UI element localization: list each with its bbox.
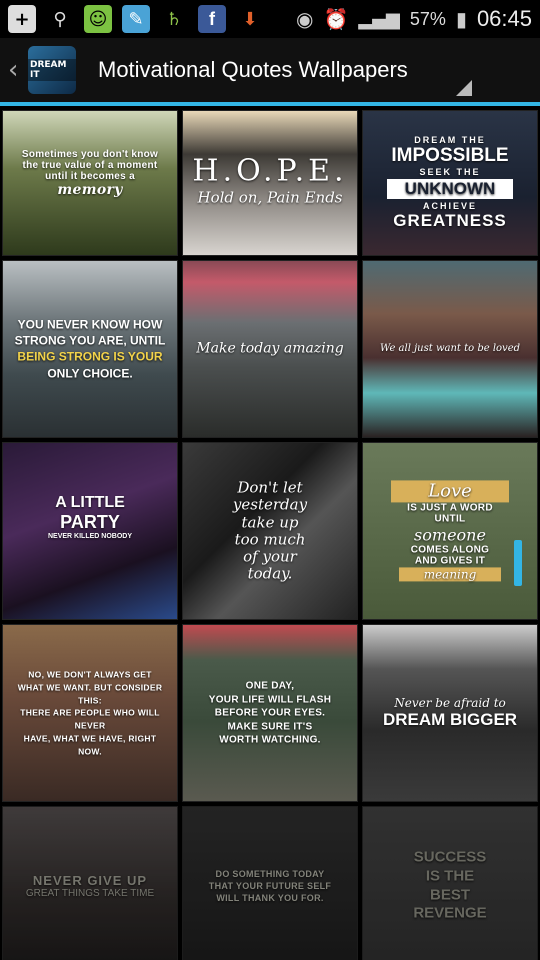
quote-line: ONE DAY, xyxy=(245,680,295,692)
wallpaper-tile[interactable]: Make today amazing xyxy=(182,260,358,438)
battery-icon: ▮ xyxy=(455,7,467,31)
android-icon: ☺ xyxy=(84,5,112,33)
quote-line: THAT YOUR FUTURE SELF xyxy=(208,880,332,891)
quote-line: GREAT THINGS TAKE TIME xyxy=(25,888,155,899)
quote-line: ACHIEVE xyxy=(422,201,477,211)
quote-line: We all just want to be loved xyxy=(379,343,521,354)
quote-line: PARTY xyxy=(60,511,120,532)
wallpaper-tile[interactable]: We all just want to be loved xyxy=(362,260,538,438)
quote-line: BEFORE YOUR EYES. xyxy=(214,707,326,719)
quote-line: the true value of a moment xyxy=(22,160,158,172)
quote-line: UNKNOWN xyxy=(387,179,513,199)
quote-line: THERE ARE PEOPLE WHO WILL NEVER xyxy=(20,707,160,731)
saturn-icon: ♄ xyxy=(165,8,183,30)
download-icon: ⬇ xyxy=(242,8,258,30)
quote-line: Love xyxy=(391,480,509,503)
quote-line: today. xyxy=(247,564,293,583)
wallpaper-tile[interactable]: H.O.P.E. Hold on, Pain Ends xyxy=(182,110,358,256)
add-icon: + xyxy=(8,5,36,33)
quote-line: ONLY CHOICE. xyxy=(47,366,133,381)
battery-percent: 57% xyxy=(409,8,446,29)
wallpaper-grid: Sometimes you don't know the true value … xyxy=(0,108,540,960)
quote-line: too much xyxy=(234,530,306,548)
wallpaper-tile[interactable]: ONE DAY, YOUR LIFE WILL FLASH BEFORE YOU… xyxy=(182,624,358,802)
quote-line: Never be afraid to xyxy=(394,695,506,710)
wallpaper-tile[interactable]: Sometimes you don't know the true value … xyxy=(2,110,178,256)
quote-line: SEEK THE xyxy=(419,167,481,177)
quote-line: SUCCESS xyxy=(413,848,487,866)
status-bar: + ⚲ ☺ ✎ ♄ f ⬇ ◉ ⏰ ▂▄▆ 57% ▮ 06:45 xyxy=(0,0,540,38)
quote-line: COMES ALONG xyxy=(410,544,490,556)
quote-line: DREAM BIGGER xyxy=(382,710,518,730)
facebook-icon: f xyxy=(198,5,226,33)
quote-line: A LITTLE xyxy=(55,493,125,511)
wallpaper-tile[interactable]: Love IS JUST A WORD UNTIL someone COMES … xyxy=(362,442,538,620)
quote-line: MAKE SURE IT'S xyxy=(227,720,313,732)
wallpaper-tile[interactable]: NO, WE DON'T ALWAYS GET WHAT WE WANT. BU… xyxy=(2,624,178,802)
quote-line: IMPOSSIBLE xyxy=(391,145,509,166)
quote-line: YOUR LIFE WILL FLASH xyxy=(208,693,332,705)
wallpaper-tile[interactable]: YOU NEVER KNOW HOW STRONG YOU ARE, UNTIL… xyxy=(2,260,178,438)
scroll-indicator[interactable] xyxy=(514,540,522,586)
quote-line: NEVER GIVE UP xyxy=(32,873,148,888)
page-title: Motivational Quotes Wallpapers xyxy=(98,57,408,82)
quote-line: of your xyxy=(243,547,297,566)
quote-line: meaning xyxy=(399,567,501,582)
quote-line: memory xyxy=(57,182,123,199)
wallpaper-tile[interactable]: Never be afraid to DREAM BIGGER xyxy=(362,624,538,802)
signal-icon: ▂▄▆ xyxy=(358,8,400,30)
quote-line: BEST xyxy=(429,886,470,903)
back-icon[interactable]: ‹ xyxy=(0,55,26,85)
action-bar: ‹ DREAM IT Motivational Quotes Wallpaper… xyxy=(0,38,540,106)
quote-line: NEVER KILLED NOBODY xyxy=(47,532,132,540)
quote-line: DO SOMETHING TODAY xyxy=(215,868,325,879)
app-icon-label: DREAM IT xyxy=(28,59,76,81)
quote-line: WORTH WATCHING. xyxy=(219,734,321,746)
overflow-menu-icon[interactable] xyxy=(456,80,472,96)
quote-line: Don't let xyxy=(237,478,303,497)
quote-line: YOU NEVER KNOW HOW xyxy=(17,317,163,332)
quote-line: IS JUST A WORD xyxy=(407,502,493,514)
quote-line: Sometimes you don't know xyxy=(21,149,159,161)
wallpaper-tile[interactable]: SUCCESS IS THE BEST REVENGE xyxy=(362,806,538,960)
quote-line: BEING STRONG IS YOUR xyxy=(17,350,163,364)
quote-line: yesterday xyxy=(232,495,308,514)
wallpaper-tile[interactable]: DO SOMETHING TODAY THAT YOUR FUTURE SELF… xyxy=(182,806,358,960)
quote-line: GREATNESS xyxy=(393,211,507,230)
quote-line: H.O.P.E. xyxy=(192,153,348,189)
quote-line: Hold on, Pain Ends xyxy=(197,188,343,207)
quote-line: WILL THANK YOU FOR. xyxy=(216,893,324,904)
quote-line: AND GIVES IT xyxy=(414,555,486,567)
wallpaper-tile[interactable]: A LITTLE PARTY NEVER KILLED NOBODY xyxy=(2,442,178,620)
alarm-icon: ⏰ xyxy=(323,7,349,31)
quote-line: take up xyxy=(241,512,299,531)
quote-line: DREAM THE xyxy=(414,135,486,145)
quote-line: Make today amazing xyxy=(196,340,344,357)
wallpaper-tile[interactable]: DREAM THE IMPOSSIBLE SEEK THE UNKNOWN AC… xyxy=(362,110,538,256)
quote-line: someone xyxy=(414,525,486,545)
wallpaper-tile[interactable]: NEVER GIVE UP GREAT THINGS TAKE TIME xyxy=(2,806,178,960)
app-icon[interactable]: DREAM IT xyxy=(28,46,76,94)
quote-line: REVENGE xyxy=(413,904,487,922)
quote-line: UNTIL xyxy=(434,513,466,525)
app-notification-icon: ✎ xyxy=(122,5,150,33)
quote-line: HAVE, WHAT WE HAVE, RIGHT NOW. xyxy=(23,733,157,756)
quote-line: WHAT WE WANT. BUT CONSIDER THIS: xyxy=(17,682,163,705)
quote-line: NO, WE DON'T ALWAYS GET xyxy=(28,669,152,680)
quote-line: until it becomes a xyxy=(45,171,135,183)
quote-line: STRONG YOU ARE, UNTIL xyxy=(14,333,166,348)
wallpaper-tile[interactable]: Don't let yesterday take up too much of … xyxy=(182,442,358,620)
quote-line: IS THE xyxy=(425,867,475,885)
usb-icon: ⚲ xyxy=(53,8,67,30)
clock: 06:45 xyxy=(476,6,532,31)
eye-icon: ◉ xyxy=(296,7,314,31)
